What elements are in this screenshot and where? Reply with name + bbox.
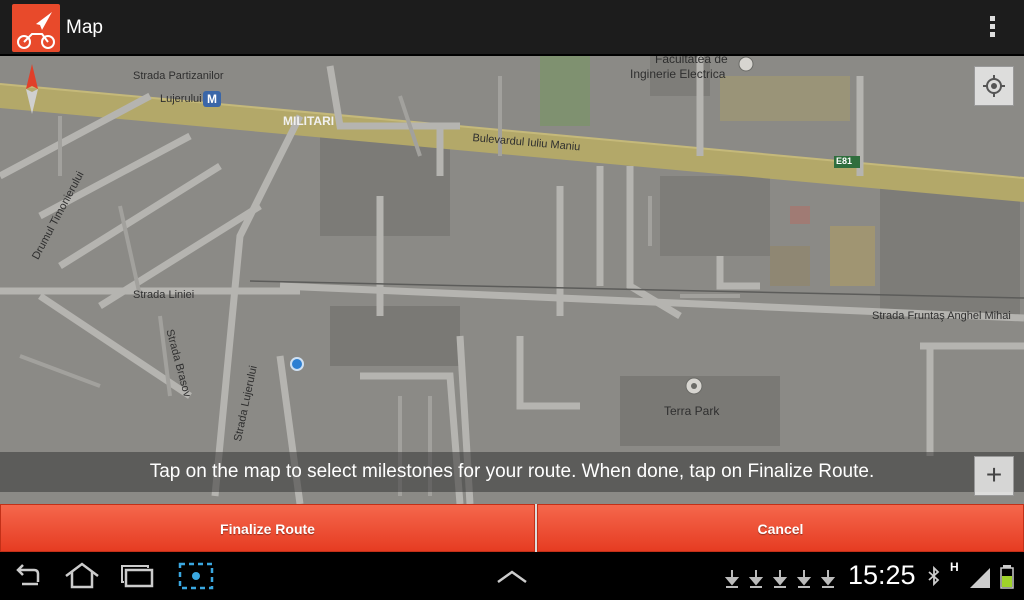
my-location-button[interactable] — [974, 66, 1014, 106]
zoom-in-button[interactable]: + — [974, 456, 1014, 496]
map-view[interactable]: Strada Partizanilor Lujerului M MILITARI… — [0, 56, 1024, 504]
map-label-militari: MILITARI — [283, 114, 335, 128]
overflow-menu-icon[interactable] — [980, 14, 1004, 42]
cancel-button[interactable]: Cancel — [537, 504, 1024, 552]
home-icon[interactable] — [62, 560, 102, 592]
action-bar: Map — [0, 0, 1024, 56]
crosshair-icon — [983, 75, 1005, 97]
finalize-route-button[interactable]: Finalize Route — [0, 504, 535, 552]
map-label-facultatea: Facultatea de — [655, 56, 728, 66]
instruction-banner: Tap on the map to select milestones for … — [0, 452, 1024, 492]
clock: 15:25 — [848, 560, 916, 590]
bluetooth-icon — [926, 560, 942, 592]
map-label-lujerului: Lujerului — [160, 93, 202, 105]
map-label-strada-liniei: Strada Liniei — [133, 289, 195, 301]
up-arrow-icon[interactable] — [492, 560, 532, 592]
map-label-inginerie: Inginerie Electrica — [630, 67, 726, 81]
map-label-strada-fruntas: Strada Fruntaş Anghel Mihai — [872, 310, 1011, 322]
button-bar: Finalize Route Cancel — [0, 504, 1024, 552]
e81-badge: E81 — [836, 156, 853, 166]
download-icon — [720, 560, 840, 592]
metro-icon: M — [207, 92, 217, 106]
signal-icon — [968, 560, 992, 592]
recent-apps-icon[interactable] — [118, 560, 158, 592]
map-label-strada-partizanilor: Strada Partizanilor — [133, 70, 224, 82]
app-title: Map — [66, 17, 103, 38]
network-type: H — [950, 560, 959, 574]
battery-icon — [998, 560, 1016, 592]
map-canvas — [0, 56, 1024, 504]
system-bar: 15:25 H — [0, 552, 1024, 600]
screenshot-icon[interactable] — [176, 560, 216, 592]
compass-icon[interactable] — [22, 64, 42, 114]
bicycle-navigation-icon[interactable] — [12, 4, 60, 52]
map-label-terra-park: Terra Park — [664, 404, 720, 418]
back-icon[interactable] — [8, 560, 48, 592]
